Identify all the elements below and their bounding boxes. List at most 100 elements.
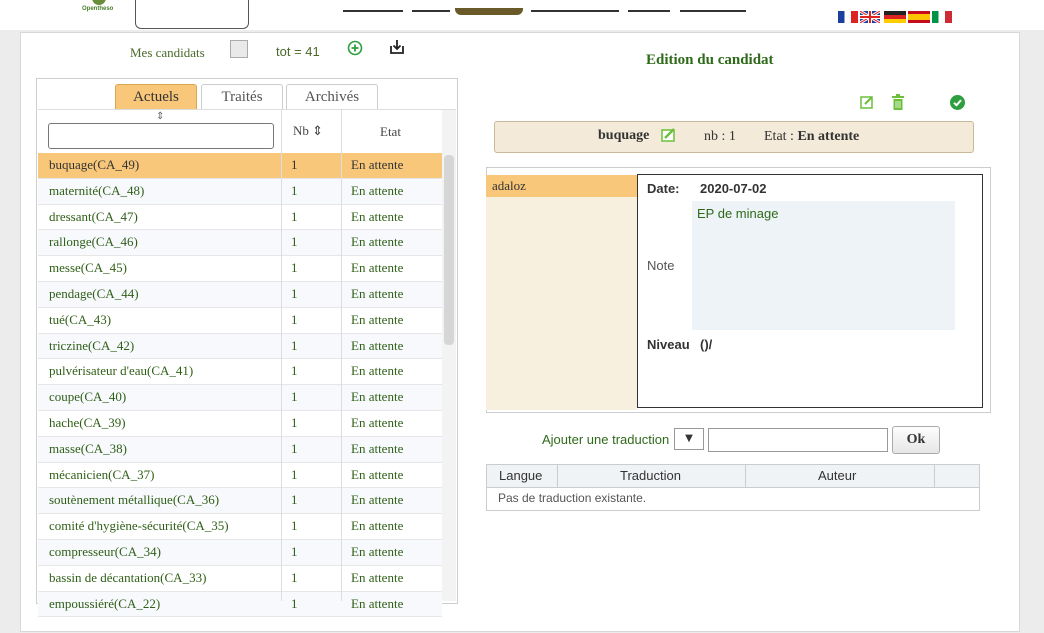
table-row[interactable]: triczine(CA_42) 1 En attente [38, 333, 442, 360]
column-divider [341, 110, 342, 153]
table-row[interactable]: messe(CA_45) 1 En attente [38, 256, 442, 282]
column-divider [557, 465, 558, 487]
column-header-traduction: Traduction [620, 468, 681, 483]
table-row[interactable]: bassin de décantation(CA_33) 1 En attente [38, 566, 442, 592]
row-nb: 1 [291, 440, 298, 456]
translation-input[interactable] [708, 428, 888, 452]
nav-item-6[interactable] [680, 10, 746, 12]
flag-es-icon[interactable] [908, 11, 930, 23]
trash-icon[interactable] [892, 94, 904, 110]
row-nb: 1 [291, 285, 298, 301]
nav-item-2[interactable] [412, 10, 450, 12]
table-row[interactable]: compresseur(CA_34) 1 En attente [38, 539, 442, 566]
row-name[interactable]: hache(CA_39) [49, 411, 126, 436]
row-name[interactable]: mécanicien(CA_37) [49, 463, 154, 488]
row-etat: En attente [351, 414, 404, 430]
edit-icon[interactable] [860, 95, 874, 109]
table-row[interactable]: soutènement métallique(CA_36) 1 En attente [38, 488, 442, 515]
date-label: Date: [647, 181, 680, 196]
row-nb: 1 [291, 182, 298, 198]
edit-name-pencil-icon[interactable] [661, 128, 676, 142]
date-value: 2020-07-02 [700, 181, 767, 196]
list-scrollbar-thumb[interactable] [444, 155, 454, 345]
sort-icon[interactable]: ⇕ [156, 111, 164, 122]
row-etat: En attente [351, 157, 404, 172]
add-candidate-icon[interactable] [347, 40, 363, 56]
name-filter-input[interactable] [48, 123, 274, 149]
row-etat: En attente [351, 492, 404, 508]
table-row[interactable]: pulvérisateur d'eau(CA_41) 1 En attente [38, 359, 442, 386]
table-row[interactable]: buquage(CA_49) 1 En attente [38, 153, 442, 179]
row-name[interactable]: messe(CA_45) [49, 256, 127, 281]
message-user-column [486, 175, 637, 410]
row-name[interactable]: maternité(CA_48) [49, 179, 144, 204]
row-etat: En attente [351, 260, 404, 276]
flag-de-icon[interactable] [884, 11, 906, 23]
flag-en-icon[interactable] [860, 11, 880, 23]
column-header-auteur: Auteur [818, 468, 857, 483]
table-row[interactable]: tué(CA_43) 1 En attente [38, 308, 442, 334]
table-row[interactable]: empoussiéré(CA_22) 1 En attente [38, 591, 442, 618]
row-name[interactable]: dressant(CA_47) [49, 205, 138, 230]
column-divider [281, 110, 282, 153]
row-name[interactable]: empoussiéré(CA_22) [49, 592, 160, 617]
flag-fr-icon[interactable] [838, 11, 858, 23]
note-value: EP de minage [697, 206, 779, 221]
table-row[interactable]: mécanicien(CA_37) 1 En attente [38, 463, 442, 489]
row-nb: 1 [291, 543, 298, 559]
row-name[interactable]: buquage(CA_49) [49, 153, 139, 178]
niveau-label: Niveau [647, 337, 690, 352]
opentheso-logo[interactable]: Opentheso [82, 0, 113, 14]
table-row[interactable]: maternité(CA_48) 1 En attente [38, 178, 442, 205]
column-header-nb[interactable]: Nb ⇕ [293, 123, 323, 139]
row-etat: En attente [351, 569, 404, 585]
table-row[interactable]: hache(CA_39) 1 En attente [38, 411, 442, 437]
export-download-icon[interactable] [388, 38, 406, 56]
table-row[interactable]: pendage(CA_44) 1 En attente [38, 281, 442, 308]
column-header-langue: Langue [499, 468, 543, 483]
row-etat: En attente [351, 363, 404, 379]
nav-item-1[interactable] [343, 10, 403, 12]
nav-item-active[interactable] [455, 8, 523, 15]
row-name[interactable]: bassin de décantation(CA_33) [49, 566, 206, 591]
tab-archives[interactable]: Archivés [286, 84, 378, 109]
column-divider [745, 465, 746, 487]
message-user[interactable]: adaloz [486, 175, 637, 197]
row-etat: En attente [351, 389, 404, 405]
row-name[interactable]: pulvérisateur d'eau(CA_41) [49, 359, 193, 384]
table-row[interactable]: dressant(CA_47) 1 En attente [38, 205, 442, 231]
nav-item-5[interactable] [628, 10, 670, 12]
add-translation-label: Ajouter une traduction [542, 432, 670, 447]
row-name[interactable]: pendage(CA_44) [49, 282, 139, 307]
row-name[interactable]: coupe(CA_40) [49, 385, 126, 410]
row-nb: 1 [291, 466, 298, 482]
tab-traites[interactable]: Traités [201, 84, 283, 109]
table-row[interactable]: comité d'hygiène-sécurité(CA_35) 1 En atte… [38, 514, 442, 540]
candidate-status-value: En attente [797, 129, 860, 144]
nav-item-4[interactable] [531, 10, 619, 12]
candidate-name: buquage [598, 128, 650, 143]
flag-it-icon[interactable] [932, 11, 952, 23]
tab-actuels[interactable]: Actuels [115, 84, 197, 109]
message-user-name: adaloz [492, 178, 526, 193]
row-nb: 1 [291, 260, 298, 276]
row-name[interactable]: triczine(CA_42) [49, 334, 134, 359]
ok-button[interactable]: Ok [892, 426, 940, 454]
row-name[interactable]: tué(CA_43) [49, 308, 111, 333]
mes-candidats-checkbox[interactable] [230, 40, 248, 58]
row-name[interactable]: compresseur(CA_34) [49, 540, 161, 565]
table-row[interactable]: coupe(CA_40) 1 En attente [38, 385, 442, 411]
row-name[interactable]: soutènement métallique(CA_36) [49, 488, 219, 513]
table-row[interactable]: masse(CA_38) 1 En attente [38, 436, 442, 463]
row-etat: En attente [351, 543, 404, 559]
language-select[interactable]: ▼ [674, 428, 704, 450]
row-etat: En attente [351, 595, 404, 611]
table-row[interactable]: rallonge(CA_46) 1 En attente [38, 230, 442, 257]
row-name[interactable]: masse(CA_38) [49, 437, 127, 462]
column-divider [281, 153, 282, 601]
validate-check-icon[interactable] [950, 95, 965, 110]
row-name[interactable]: rallonge(CA_46) [49, 230, 138, 255]
column-header-etat[interactable]: Etat [380, 124, 401, 140]
row-name[interactable]: comité d'hygiène-sécurité(CA_35) [49, 514, 229, 539]
top-search-box[interactable] [135, 0, 249, 29]
